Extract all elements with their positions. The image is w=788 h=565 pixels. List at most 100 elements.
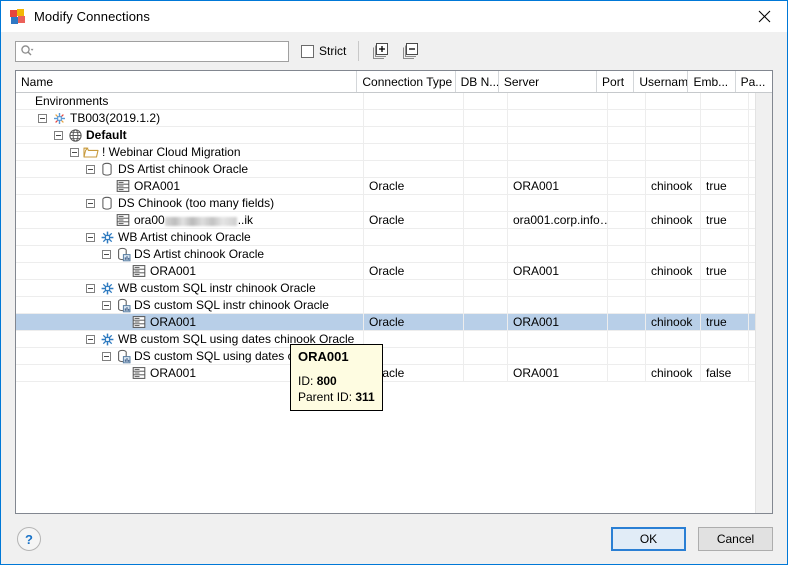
cell-server bbox=[508, 228, 608, 246]
column-header-port[interactable]: Port bbox=[597, 71, 635, 92]
row-label: WB custom SQL instr chinook Oracle bbox=[118, 281, 316, 295]
cell-name: DS Artist chinook Oracle bbox=[16, 160, 364, 178]
app-tiles-icon bbox=[10, 8, 26, 25]
cell-username bbox=[646, 330, 701, 348]
table-row[interactable]: DS Chinook (too many fields) bbox=[16, 194, 772, 212]
cell-username bbox=[646, 296, 701, 314]
cell-port bbox=[608, 313, 646, 331]
cell-server bbox=[508, 126, 608, 144]
table-row[interactable]: DS Artist chinook Oracle bbox=[16, 160, 772, 178]
cell-connection-type: Oracle bbox=[364, 313, 464, 331]
table-row[interactable]: ORA001 Oracle ORA001 chinook true bbox=[16, 177, 772, 195]
cell-port bbox=[608, 330, 646, 348]
cell-connection-type: Oracle bbox=[364, 177, 464, 195]
tree-collapse-toggle-icon[interactable] bbox=[86, 334, 95, 344]
column-header-connection-type[interactable]: Connection Type bbox=[357, 71, 456, 92]
cell-port bbox=[608, 143, 646, 161]
cell-connection-type bbox=[364, 160, 464, 178]
search-input[interactable] bbox=[36, 42, 276, 60]
table-row[interactable]: Default bbox=[16, 126, 772, 144]
table-row[interactable]: ora00 ..ik Oracle ora001.corp.info… chinook t… bbox=[16, 211, 772, 229]
table-row[interactable]: WB custom SQL instr chinook Oracle bbox=[16, 279, 772, 297]
connection-icon bbox=[131, 365, 147, 381]
cell-server bbox=[508, 109, 608, 127]
tree-collapse-toggle-icon[interactable] bbox=[86, 198, 95, 208]
search-box[interactable] bbox=[15, 40, 289, 62]
column-header-username[interactable]: Username bbox=[634, 71, 689, 92]
table-row[interactable]: WB custom SQL using dates chinook Oracle bbox=[16, 330, 772, 348]
table-row[interactable]: TB003(2019.1.2) bbox=[16, 109, 772, 127]
column-header-server[interactable]: Server bbox=[499, 71, 598, 92]
redacted-text bbox=[164, 216, 237, 226]
tooltip-title: ORA001 bbox=[298, 349, 349, 364]
connection-icon bbox=[115, 178, 131, 194]
cell-db-name bbox=[464, 313, 508, 331]
cell-connection-type bbox=[364, 126, 464, 144]
cell-db-name bbox=[464, 211, 508, 229]
table-row[interactable]: ORA001 Oracle ORA001 chinook true bbox=[16, 313, 772, 331]
cell-embedded bbox=[701, 296, 749, 314]
tree-collapse-toggle-icon[interactable] bbox=[86, 232, 95, 242]
close-button[interactable] bbox=[742, 1, 787, 31]
close-icon bbox=[758, 10, 771, 22]
tree-collapse-toggle-icon[interactable] bbox=[102, 351, 111, 361]
connection-icon bbox=[131, 263, 147, 279]
table-row[interactable]: ORA001 Oracle ORA001 chinook false bbox=[16, 364, 772, 382]
column-header-pa[interactable]: Pa... bbox=[736, 71, 772, 92]
modify-connections-dialog: Modify Connections Strict Name Connectio… bbox=[0, 0, 788, 565]
cell-username bbox=[646, 143, 701, 161]
tree-collapse-toggle-icon[interactable] bbox=[38, 113, 47, 123]
tree-collapse-toggle-icon[interactable] bbox=[86, 283, 95, 293]
cell-username bbox=[646, 160, 701, 178]
column-header-name[interactable]: Name bbox=[16, 71, 358, 92]
table-row[interactable]: DS custom SQL instr chinook Oracle bbox=[16, 296, 772, 314]
cell-port bbox=[608, 262, 646, 280]
cell-connection-type bbox=[364, 228, 464, 246]
column-header-db-n[interactable]: DB N... bbox=[456, 71, 499, 92]
cell-db-name bbox=[464, 93, 508, 110]
cancel-button[interactable]: Cancel bbox=[698, 527, 773, 551]
cell-db-name bbox=[464, 160, 508, 178]
help-button[interactable]: ? bbox=[17, 527, 41, 551]
cell-port bbox=[608, 160, 646, 178]
tree-collapse-toggle-icon[interactable] bbox=[54, 130, 63, 140]
expand-all-button[interactable] bbox=[369, 40, 391, 62]
strict-checkbox[interactable] bbox=[301, 44, 314, 58]
cell-db-name bbox=[464, 245, 508, 263]
tree-collapse-toggle-icon[interactable] bbox=[86, 164, 95, 174]
cell-connection-type bbox=[364, 296, 464, 314]
cell-db-name bbox=[464, 296, 508, 314]
cell-connection-type bbox=[364, 194, 464, 212]
table-row[interactable]: ORA001 Oracle ORA001 chinook true bbox=[16, 262, 772, 280]
table-row[interactable]: ! Webinar Cloud Migration bbox=[16, 143, 772, 161]
collapse-all-button[interactable] bbox=[399, 40, 421, 62]
strict-label: Strict bbox=[319, 44, 347, 58]
filter-toolbar: Strict bbox=[1, 32, 787, 70]
cell-username bbox=[646, 228, 701, 246]
cell-name: DS custom SQL instr chinook Oracle bbox=[16, 296, 364, 314]
tree-collapse-toggle-icon[interactable] bbox=[70, 147, 79, 157]
grid-body[interactable]: Environments TB003(2019.1.2) Default ! Webi… bbox=[16, 93, 772, 513]
cell-port bbox=[608, 194, 646, 212]
tree-collapse-toggle-icon[interactable] bbox=[102, 300, 111, 310]
ok-button[interactable]: OK bbox=[611, 527, 686, 551]
cell-username bbox=[646, 126, 701, 144]
cell-embedded bbox=[701, 143, 749, 161]
dialog-body: Strict Name Connection Type DB N... Serv… bbox=[1, 32, 787, 564]
node-tooltip: ORA001 ID: 800 Parent ID: 311 bbox=[290, 344, 383, 411]
cell-name: ORA001 bbox=[16, 177, 364, 195]
tree-collapse-toggle-icon[interactable] bbox=[102, 249, 111, 259]
vertical-scrollbar[interactable] bbox=[755, 93, 772, 513]
strict-checkbox-group[interactable]: Strict bbox=[301, 44, 346, 58]
cell-db-name bbox=[464, 364, 508, 382]
column-header-emb[interactable]: Emb... bbox=[688, 71, 736, 92]
cell-db-name bbox=[464, 126, 508, 144]
cell-embedded bbox=[701, 93, 749, 110]
table-row[interactable]: DS custom SQL using dates chinook Oracle bbox=[16, 347, 772, 365]
table-row[interactable]: Environments bbox=[16, 93, 772, 110]
table-row[interactable]: WB Artist chinook Oracle bbox=[16, 228, 772, 246]
table-row[interactable]: DS Artist chinook Oracle bbox=[16, 245, 772, 263]
site-icon bbox=[51, 110, 67, 126]
cell-server: ORA001 bbox=[508, 364, 608, 382]
